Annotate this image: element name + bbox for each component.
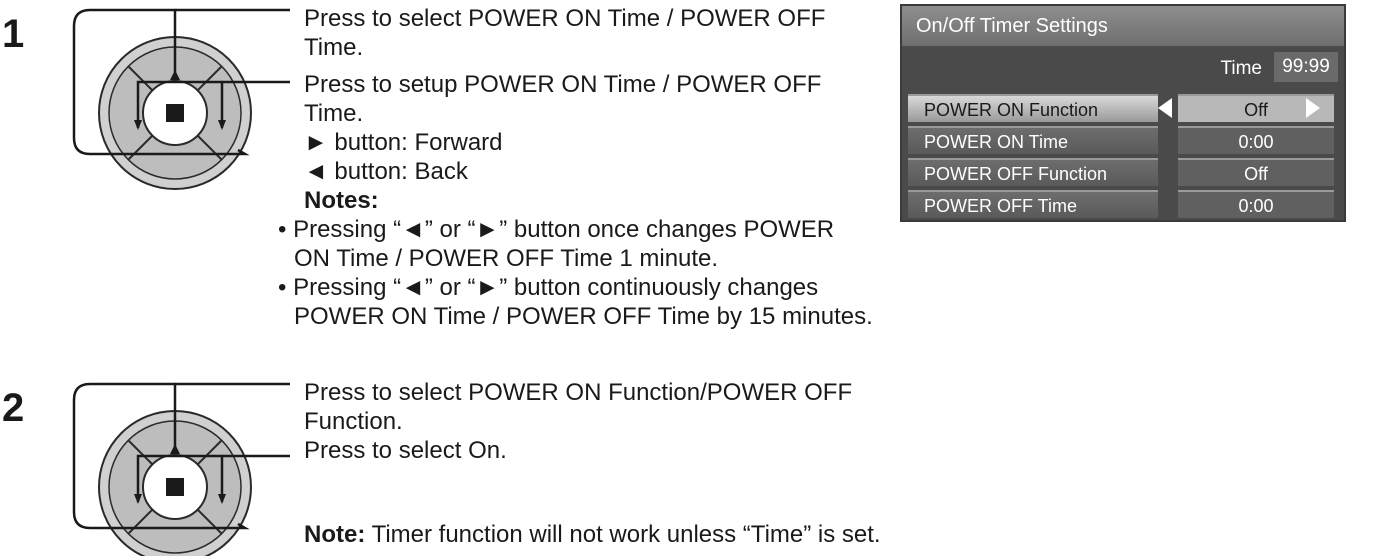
step-1-line: Time. <box>304 34 364 61</box>
power-off-time-row[interactable]: POWER OFF Time 0:00 <box>908 190 1334 218</box>
power-on-function-row[interactable]: POWER ON Function Off <box>908 94 1334 122</box>
step-2-line: Press to select POWER ON Function/POWER … <box>304 379 853 406</box>
remote-dpad-icon <box>72 382 290 556</box>
power-on-time-row[interactable]: POWER ON Time 0:00 <box>908 126 1334 154</box>
note-line: ON Time / POWER OFF Time 1 minute. <box>294 245 719 272</box>
row-label: POWER OFF Time <box>908 190 1158 218</box>
remote-dpad-icon <box>72 8 290 190</box>
step-2-line: Press to select On. <box>304 437 507 464</box>
time-label: Time <box>1220 58 1262 79</box>
note-heading: Note: <box>304 521 366 548</box>
left-arrow-icon[interactable] <box>1158 98 1172 118</box>
row-value: Off <box>1178 158 1334 186</box>
row-label: POWER OFF Function <box>908 158 1158 186</box>
step-1-number: 1 <box>2 12 25 56</box>
step-1-line: Press to select POWER ON Time / POWER OF… <box>304 5 826 32</box>
step-1-line: ► button: Forward <box>304 129 503 156</box>
right-arrow-icon[interactable] <box>1306 98 1320 118</box>
time-value: 99:99 <box>1274 52 1338 82</box>
step-2-line: Function. <box>304 408 403 435</box>
notes-heading: Notes: <box>304 187 379 214</box>
row-value: 0:00 <box>1178 126 1334 154</box>
note-line: • Pressing “◄” or “►” button continuousl… <box>278 274 819 301</box>
step-1-line: Time. <box>304 100 364 127</box>
timer-settings-panel: On/Off Timer Settings Time 99:99 POWER O… <box>900 4 1346 222</box>
row-label: POWER ON Function <box>908 94 1158 122</box>
note-text: Timer function will not work unless “Tim… <box>365 521 881 548</box>
row-label: POWER ON Time <box>908 126 1158 154</box>
note-line: POWER ON Time / POWER OFF Time by 15 min… <box>294 303 873 330</box>
step-1-line: Press to setup POWER ON Time / POWER OFF <box>304 71 822 98</box>
step-2-note: Note: Timer function will not work unles… <box>304 520 881 549</box>
note-line: • Pressing “◄” or “►” button once change… <box>278 216 835 243</box>
step-1-line: ◄ button: Back <box>304 158 468 185</box>
row-value: 0:00 <box>1178 190 1334 218</box>
panel-title: On/Off Timer Settings <box>902 6 1344 46</box>
step-2-number: 2 <box>2 386 25 430</box>
power-off-function-row[interactable]: POWER OFF Function Off <box>908 158 1334 186</box>
